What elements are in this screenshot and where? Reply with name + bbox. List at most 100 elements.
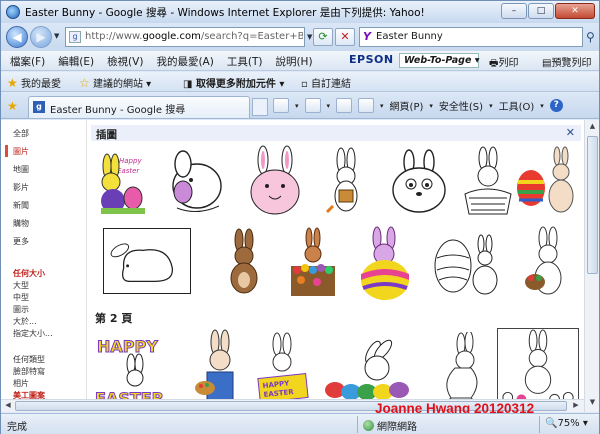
status-text: 完成 — [7, 422, 27, 433]
status-divider — [539, 416, 540, 433]
maximize-button[interactable]: □ — [528, 3, 554, 19]
new-tab-button[interactable] — [252, 98, 268, 116]
help-icon[interactable]: ? — [549, 99, 563, 112]
custom-links-link[interactable]: ▫ 自訂連結 — [301, 75, 351, 90]
type-face[interactable]: 臉部特寫 — [13, 366, 45, 377]
feeds-icon[interactable] — [304, 98, 321, 113]
nav-videos[interactable]: 影片 — [13, 182, 29, 193]
mail-icon[interactable] — [336, 98, 353, 113]
result-thumb[interactable]: Happy Easter — [93, 146, 153, 218]
scroll-down-icon[interactable]: ▼ — [587, 398, 598, 410]
page-2-label: 第 2 頁 — [95, 312, 133, 325]
tab-row: ★ g Easter Bunny - Google 搜尋 ▾ ▾ ▾ 網頁(P)… — [1, 93, 599, 119]
suggested-sites-link[interactable]: ☆ 建議的網站 ▾ — [79, 75, 151, 90]
add-favorite-icon: ☆ — [79, 76, 90, 90]
vertical-scrollbar[interactable]: ▲ ▼ — [584, 120, 599, 412]
address-row: ◀ ▶ ▼ g http://www.google.com/search?q=E… — [1, 23, 599, 51]
status-divider — [357, 416, 358, 433]
yahoo-icon: Y — [363, 30, 371, 43]
type-photo[interactable]: 相片 — [13, 378, 29, 389]
size-medium[interactable]: 中型 — [13, 292, 29, 303]
page-icon: g — [69, 31, 81, 43]
result-thumb[interactable] — [431, 228, 503, 302]
result-thumb[interactable] — [355, 224, 415, 304]
safety-menu[interactable]: 安全性(S) — [439, 98, 483, 113]
result-thumb[interactable] — [167, 148, 233, 218]
section-header: 插圖 ✕ — [91, 125, 581, 141]
print-button[interactable]: 🖶列印 — [489, 54, 518, 73]
address-dropdown-icon[interactable]: ▼ — [307, 33, 312, 41]
scroll-right-icon[interactable]: ▶ — [571, 401, 581, 409]
scroll-left-icon[interactable]: ◀ — [3, 401, 13, 409]
get-addons-link[interactable]: ◨ 取得更多附加元件 ▾ — [183, 75, 284, 90]
window-title: Easter Bunny - Google 搜尋 - Windows Inter… — [25, 7, 425, 19]
print-icon[interactable] — [358, 98, 375, 113]
address-bar[interactable]: g http://www.google.com/search?q=Easter+… — [65, 27, 305, 47]
result-thumb[interactable] — [513, 146, 581, 218]
status-bar: 完成 網際網路 🔍75% ▾ — [1, 413, 599, 434]
size-large[interactable]: 大型 — [13, 280, 29, 291]
favorites-button[interactable]: ★ 我的最愛 — [7, 75, 61, 90]
result-thumb[interactable] — [315, 146, 375, 218]
globe-icon — [363, 420, 374, 431]
active-marker — [5, 145, 8, 157]
result-thumb[interactable] — [283, 226, 341, 302]
favorites-center-icon[interactable]: ★ — [7, 99, 18, 113]
svg-text:HAPPY: HAPPY — [97, 337, 158, 356]
zoom-level[interactable]: 🔍75% ▾ — [545, 418, 588, 429]
svg-text:Happy: Happy — [119, 157, 142, 165]
size-exact[interactable]: 指定大小... — [13, 328, 53, 339]
minimize-button[interactable]: – — [501, 3, 527, 19]
epson-logo: EPSON — [349, 53, 394, 66]
close-icon[interactable]: ✕ — [566, 126, 575, 139]
menu-favorites[interactable]: 我的最愛(A) — [156, 54, 213, 69]
result-thumb[interactable] — [103, 228, 191, 294]
page-menu[interactable]: 網頁(P) — [390, 98, 424, 113]
security-zone[interactable]: 網際網路 — [363, 418, 417, 433]
stop-button[interactable]: ✕ — [335, 28, 355, 46]
search-box[interactable]: Y Easter Bunny — [359, 27, 583, 47]
result-thumb[interactable] — [519, 226, 579, 302]
result-thumb[interactable] — [243, 144, 307, 218]
web-to-page-dropdown[interactable]: Web-To-Page ▾ — [399, 53, 479, 68]
result-thumb[interactable] — [457, 146, 517, 218]
nav-news[interactable]: 新聞 — [13, 200, 29, 211]
section-title: 插圖 — [96, 129, 117, 141]
star-icon: ★ — [7, 76, 18, 90]
nav-images[interactable]: 圖片 — [13, 146, 29, 157]
close-window-button[interactable]: ✕ — [555, 3, 595, 19]
size-heading[interactable]: 任何大小 — [13, 268, 45, 279]
size-larger-than[interactable]: 大於... — [13, 316, 37, 327]
recent-pages-dropdown[interactable]: ▼ — [54, 32, 59, 40]
back-button[interactable]: ◀ — [6, 26, 28, 48]
ie-logo-icon — [6, 5, 20, 19]
menu-edit[interactable]: 編輯(E) — [58, 54, 94, 69]
forward-button[interactable]: ▶ — [30, 26, 52, 48]
result-thumb[interactable] — [221, 228, 269, 300]
menu-tools[interactable]: 工具(T) — [227, 54, 263, 69]
nav-maps[interactable]: 地圖 — [13, 164, 29, 175]
address-url[interactable]: http://www.google.com/search?q=Easter+Bu — [85, 31, 303, 42]
nav-all[interactable]: 全部 — [13, 128, 29, 139]
tab-easter-bunny[interactable]: g Easter Bunny - Google 搜尋 — [28, 96, 250, 118]
result-thumb[interactable] — [387, 148, 453, 218]
print-preview-button[interactable]: ▤預覽列印 — [542, 54, 591, 69]
scroll-up-icon[interactable]: ▲ — [587, 122, 598, 134]
page-content: 全部 圖片 地圖 影片 新聞 購物 更多 任何大小 大型 中型 圖示 大於...… — [1, 120, 599, 412]
refresh-button[interactable]: ⟳ — [313, 28, 333, 46]
vertical-scroll-thumb[interactable] — [587, 136, 598, 274]
search-input[interactable]: Easter Bunny — [376, 31, 443, 42]
zoom-icon: 🔍 — [545, 418, 558, 429]
menu-file[interactable]: 檔案(F) — [10, 54, 45, 69]
menu-view[interactable]: 檢視(V) — [107, 54, 143, 69]
title-bar: Easter Bunny - Google 搜尋 - Windows Inter… — [1, 1, 599, 23]
home-icon[interactable] — [273, 98, 289, 113]
nav-shopping[interactable]: 購物 — [13, 218, 29, 229]
menu-help[interactable]: 說明(H) — [275, 54, 312, 69]
size-icon[interactable]: 圖示 — [13, 304, 29, 315]
type-any[interactable]: 任何類型 — [13, 354, 45, 365]
nav-more[interactable]: 更多 — [13, 236, 29, 247]
tools-menu[interactable]: 工具(O) — [499, 98, 535, 113]
search-icon[interactable]: ⚲ — [586, 30, 595, 44]
favorites-bar: ★ 我的最愛 ☆ 建議的網站 ▾ ◨ 取得更多附加元件 ▾ ▫ 自訂連結 — [1, 72, 599, 92]
